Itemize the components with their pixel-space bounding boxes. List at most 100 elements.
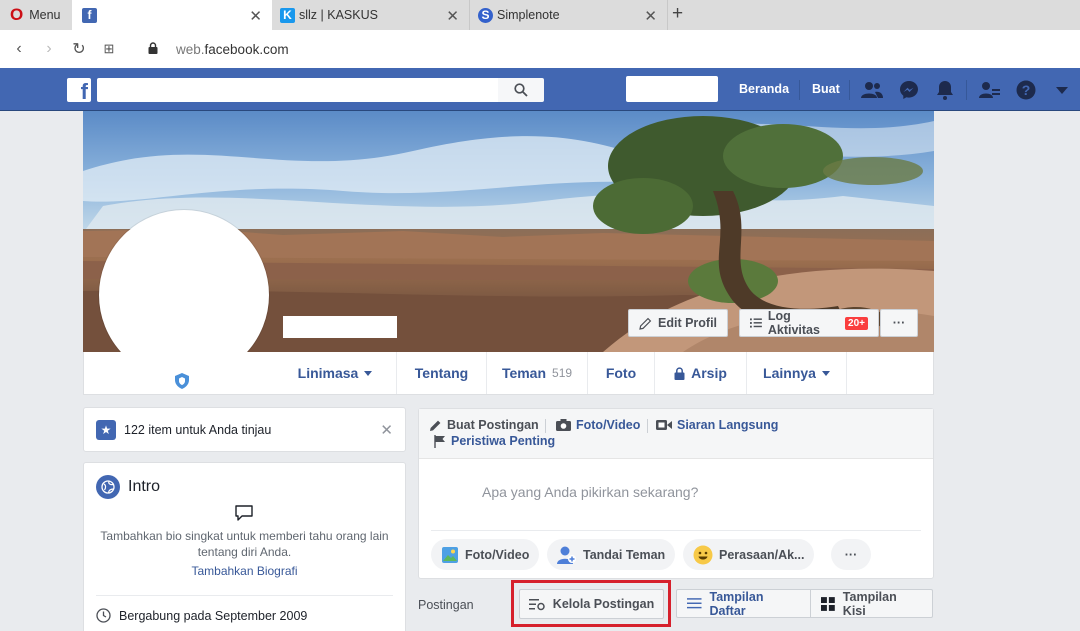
home-link[interactable]: Beranda — [739, 82, 789, 96]
list-view-label: Tampilan Daftar — [709, 589, 764, 618]
browser-menu-label: Menu — [29, 8, 61, 22]
tab-friends[interactable]: Teman 519 — [486, 352, 587, 394]
divider — [545, 419, 546, 433]
url-field[interactable]: web.facebook.com — [148, 42, 289, 57]
review-items-card[interactable]: ★ 122 item untuk Anda tinjau ✕ — [83, 407, 406, 452]
create-link[interactable]: Buat — [812, 82, 840, 96]
tab-friends-label: Teman — [501, 365, 547, 381]
joined-text: Bergabung pada September 2009 — [119, 608, 308, 623]
chevron-down-icon — [821, 370, 830, 376]
feeling-activity-action[interactable]: Perasaan/Ak... — [683, 539, 815, 570]
divider — [647, 419, 648, 433]
lock-icon — [674, 366, 685, 380]
grid-view-button[interactable]: Tampilan Kisi — [810, 589, 933, 618]
tab-live-video[interactable]: Siaran Langsung — [656, 418, 778, 432]
divider — [431, 530, 921, 531]
tabs-grid-icon[interactable]: ⊞ — [94, 30, 124, 68]
chevron-down-icon — [364, 370, 373, 376]
notifications-bell-icon[interactable] — [933, 78, 957, 102]
tab-archive-label: Arsip — [691, 365, 727, 381]
kaskus-favicon-icon: K — [280, 7, 295, 23]
tab-create-post[interactable]: Buat Postingan — [429, 418, 539, 432]
tab-kaskus[interactable]: K sllz | KASKUS ✕ — [272, 0, 470, 30]
tag-friends-action[interactable]: Tandai Teman — [547, 539, 676, 570]
divider — [799, 80, 800, 100]
manage-settings-icon — [528, 598, 545, 610]
list-icon — [750, 318, 762, 328]
search-button[interactable] — [498, 78, 544, 102]
tag-friends-icon — [557, 546, 576, 564]
edit-profile-button[interactable]: Edit Profil — [628, 309, 729, 337]
post-composer: Buat Postingan Foto/Video Siaran Langsun… — [418, 408, 934, 579]
divider — [966, 80, 967, 100]
grid-view-label: Tampilan Kisi — [842, 589, 897, 618]
tab-close-icon[interactable]: ✕ — [249, 7, 262, 25]
list-view-button[interactable]: Tampilan Daftar — [676, 589, 811, 618]
forward-icon[interactable]: › — [34, 30, 64, 68]
close-icon[interactable]: ✕ — [380, 421, 393, 439]
messenger-icon[interactable] — [897, 78, 921, 102]
star-icon: ★ — [96, 419, 116, 440]
globe-icon — [96, 475, 120, 499]
feeling-activity-action-label: Perasaan/Ak... — [719, 547, 805, 562]
tab-photo-video-label: Foto/Video — [576, 418, 641, 432]
manage-posts-button[interactable]: Kelola Postingan — [519, 589, 664, 619]
tab-archive[interactable]: Arsip — [654, 352, 746, 394]
tab-simplenote[interactable]: S Simplenote ✕ — [472, 0, 668, 30]
facebook-logo-icon[interactable]: f — [67, 78, 91, 102]
smiley-icon — [693, 545, 713, 564]
intro-title: Intro — [128, 478, 161, 495]
help-icon[interactable]: ? — [1014, 78, 1038, 102]
manage-posts-label: Kelola Postingan — [552, 597, 655, 611]
tab-facebook[interactable]: f ✕ — [72, 0, 272, 30]
browser-addressbar: ‹ › ↻ ⊞ web.facebook.com — [0, 30, 1080, 68]
reload-icon[interactable]: ↻ — [64, 30, 94, 68]
tab-photo-video[interactable]: Foto/Video — [556, 418, 640, 432]
profile-guard-shield-icon[interactable] — [171, 370, 193, 392]
facebook-favicon-icon: f — [82, 7, 97, 23]
tab-photos[interactable]: Foto — [587, 352, 654, 394]
profile-name-chip[interactable] — [626, 76, 718, 102]
browser-menu-button[interactable]: O Menu — [0, 0, 72, 30]
photo-video-action[interactable]: Foto/Video — [431, 539, 540, 570]
more-icon: ··· — [844, 547, 858, 562]
tab-create-post-label: Buat Postingan — [447, 418, 539, 432]
back-icon[interactable]: ‹ — [4, 30, 34, 68]
opera-logo-icon: O — [10, 5, 24, 24]
find-friends-icon[interactable] — [978, 78, 1002, 102]
composer-text-input[interactable]: Apa yang Anda pikirkan sekarang? — [482, 484, 698, 500]
tab-timeline[interactable]: Linimasa — [284, 352, 386, 394]
tab-about[interactable]: Tentang — [396, 352, 486, 394]
composer-tabs: Buat Postingan Foto/Video Siaran Langsun… — [419, 409, 933, 459]
video-camera-icon — [656, 420, 672, 430]
tab-about-label: Tentang — [414, 365, 469, 381]
photo-video-action-label: Foto/Video — [465, 547, 530, 562]
add-bio-link[interactable]: Tambahkan Biografi — [84, 564, 405, 578]
composer-more-button[interactable]: ··· — [831, 539, 871, 570]
bio-prompt-text: Tambahkan bio singkat untuk memberi tahu… — [100, 529, 389, 559]
search-input[interactable] — [97, 78, 498, 102]
new-tab-icon[interactable]: + — [672, 3, 683, 25]
tab-close-icon[interactable]: ✕ — [644, 7, 657, 25]
photo-icon — [442, 546, 458, 563]
lock-icon — [148, 41, 158, 57]
friend-requests-icon[interactable] — [860, 78, 884, 102]
friends-count: 519 — [552, 366, 573, 380]
flag-icon — [434, 434, 445, 448]
tab-life-event[interactable]: Peristiwa Penting — [434, 434, 555, 448]
activity-log-button[interactable]: Log Aktivitas 20+ — [739, 309, 879, 337]
camera-icon — [556, 419, 571, 431]
search-icon — [514, 83, 528, 97]
tab-more[interactable]: Lainnya — [746, 352, 847, 394]
tag-friends-action-label: Tandai Teman — [583, 547, 666, 562]
pencil-icon — [430, 420, 441, 431]
cover-more-button[interactable]: ··· — [880, 309, 918, 337]
profile-name-label — [283, 316, 397, 338]
tab-kaskus-label: sllz | KASKUS — [299, 8, 378, 22]
tab-close-icon[interactable]: ✕ — [446, 7, 459, 25]
list-view-icon — [687, 598, 702, 609]
activity-log-badge: 20+ — [845, 316, 868, 330]
account-menu-caret-icon[interactable] — [1050, 78, 1074, 102]
tab-more-label: Lainnya — [763, 365, 816, 381]
joined-info: Bergabung pada September 2009 — [96, 608, 307, 623]
